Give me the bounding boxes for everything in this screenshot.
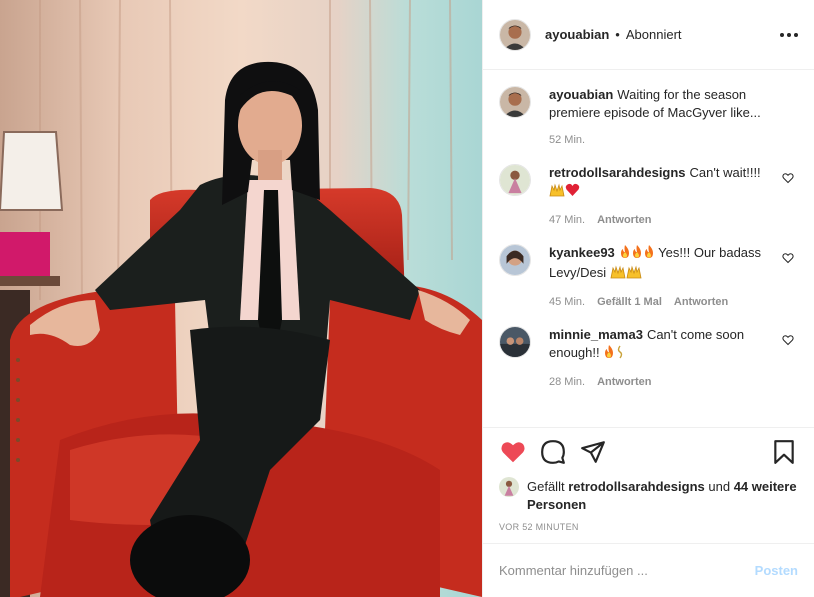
caption-avatar[interactable] (499, 86, 531, 118)
like-comment-icon[interactable] (782, 172, 794, 184)
post-side-panel: ayouabian • Abonniert ayouabian Waiting f… (482, 0, 814, 597)
commenter-avatar[interactable] (499, 244, 531, 276)
instagram-post: ayouabian • Abonniert ayouabian Waiting f… (0, 0, 814, 597)
likes-prefix: Gefällt (527, 479, 565, 494)
add-comment-form: Posten (483, 543, 814, 597)
like-comment-icon[interactable] (782, 334, 794, 346)
caption: ayouabian Waiting for the season premiere… (499, 86, 798, 146)
comment-likes-count[interactable]: Gefällt 1 Mal (597, 296, 662, 308)
header-separator: • (615, 27, 620, 42)
red-heart-icon (565, 183, 580, 202)
fire-icon (631, 245, 643, 264)
comment-item: kyankee93 Yes!!! Our badass Levy/Desi 45… (499, 244, 798, 308)
reply-button[interactable]: Antworten (597, 376, 651, 388)
post-timestamp[interactable]: VOR 52 MINUTEN (499, 522, 798, 532)
share-send-icon[interactable] (579, 438, 607, 466)
likes-summary: Gefällt retrodollsarahdesigns und 44 wei… (499, 477, 798, 514)
comment-username[interactable]: retrodollsarahdesigns (549, 165, 686, 180)
liker-username[interactable]: retrodollsarahdesigns (568, 479, 705, 494)
comment-time[interactable]: 45 Min. (549, 296, 585, 308)
like-heart-icon[interactable] (499, 438, 527, 466)
comment-item: minnie_mama3 Can't come soon enough!! 28 … (499, 326, 798, 388)
post-photo-illustration (0, 0, 482, 597)
comment-text: Can't wait!!!! (689, 165, 761, 180)
comment-time[interactable]: 47 Min. (549, 214, 585, 226)
comment-username[interactable]: kyankee93 (549, 245, 615, 260)
reply-button[interactable]: Antworten (674, 296, 728, 308)
fire-icon (619, 245, 631, 264)
author-username[interactable]: ayouabian (545, 27, 609, 42)
commenter-avatar[interactable] (499, 164, 531, 196)
post-actions: Gefällt retrodollsarahdesigns und 44 wei… (483, 427, 814, 543)
raising-hands-icon (549, 183, 565, 202)
more-options-icon[interactable] (780, 29, 798, 41)
commenter-avatar[interactable] (499, 326, 531, 358)
caption-username[interactable]: ayouabian (549, 87, 613, 102)
fire-icon (643, 245, 655, 264)
comment-bubble-icon[interactable] (539, 438, 567, 466)
sparkle-icon (615, 345, 625, 364)
bookmark-icon[interactable] (770, 438, 798, 466)
likes-middle: und (708, 479, 731, 494)
liker-avatar[interactable] (499, 477, 519, 497)
raising-hands-icon (610, 265, 626, 284)
post-header: ayouabian • Abonniert (483, 0, 814, 70)
comment-username[interactable]: minnie_mama3 (549, 327, 643, 342)
raising-hands-icon (626, 265, 642, 284)
comments-list: ayouabian Waiting for the season premiere… (483, 70, 814, 427)
post-comment-button[interactable]: Posten (755, 563, 798, 578)
fire-icon (603, 345, 615, 364)
comment-item: retrodollsarahdesigns Can't wait!!!! 47 M… (499, 164, 798, 226)
comment-time[interactable]: 28 Min. (549, 376, 585, 388)
author-avatar[interactable] (499, 18, 531, 51)
reply-button[interactable]: Antworten (597, 214, 651, 226)
follow-status[interactable]: Abonniert (626, 27, 682, 42)
like-comment-icon[interactable] (782, 252, 794, 264)
post-photo[interactable] (0, 0, 482, 597)
comment-input[interactable] (499, 563, 755, 578)
caption-time[interactable]: 52 Min. (549, 134, 585, 146)
